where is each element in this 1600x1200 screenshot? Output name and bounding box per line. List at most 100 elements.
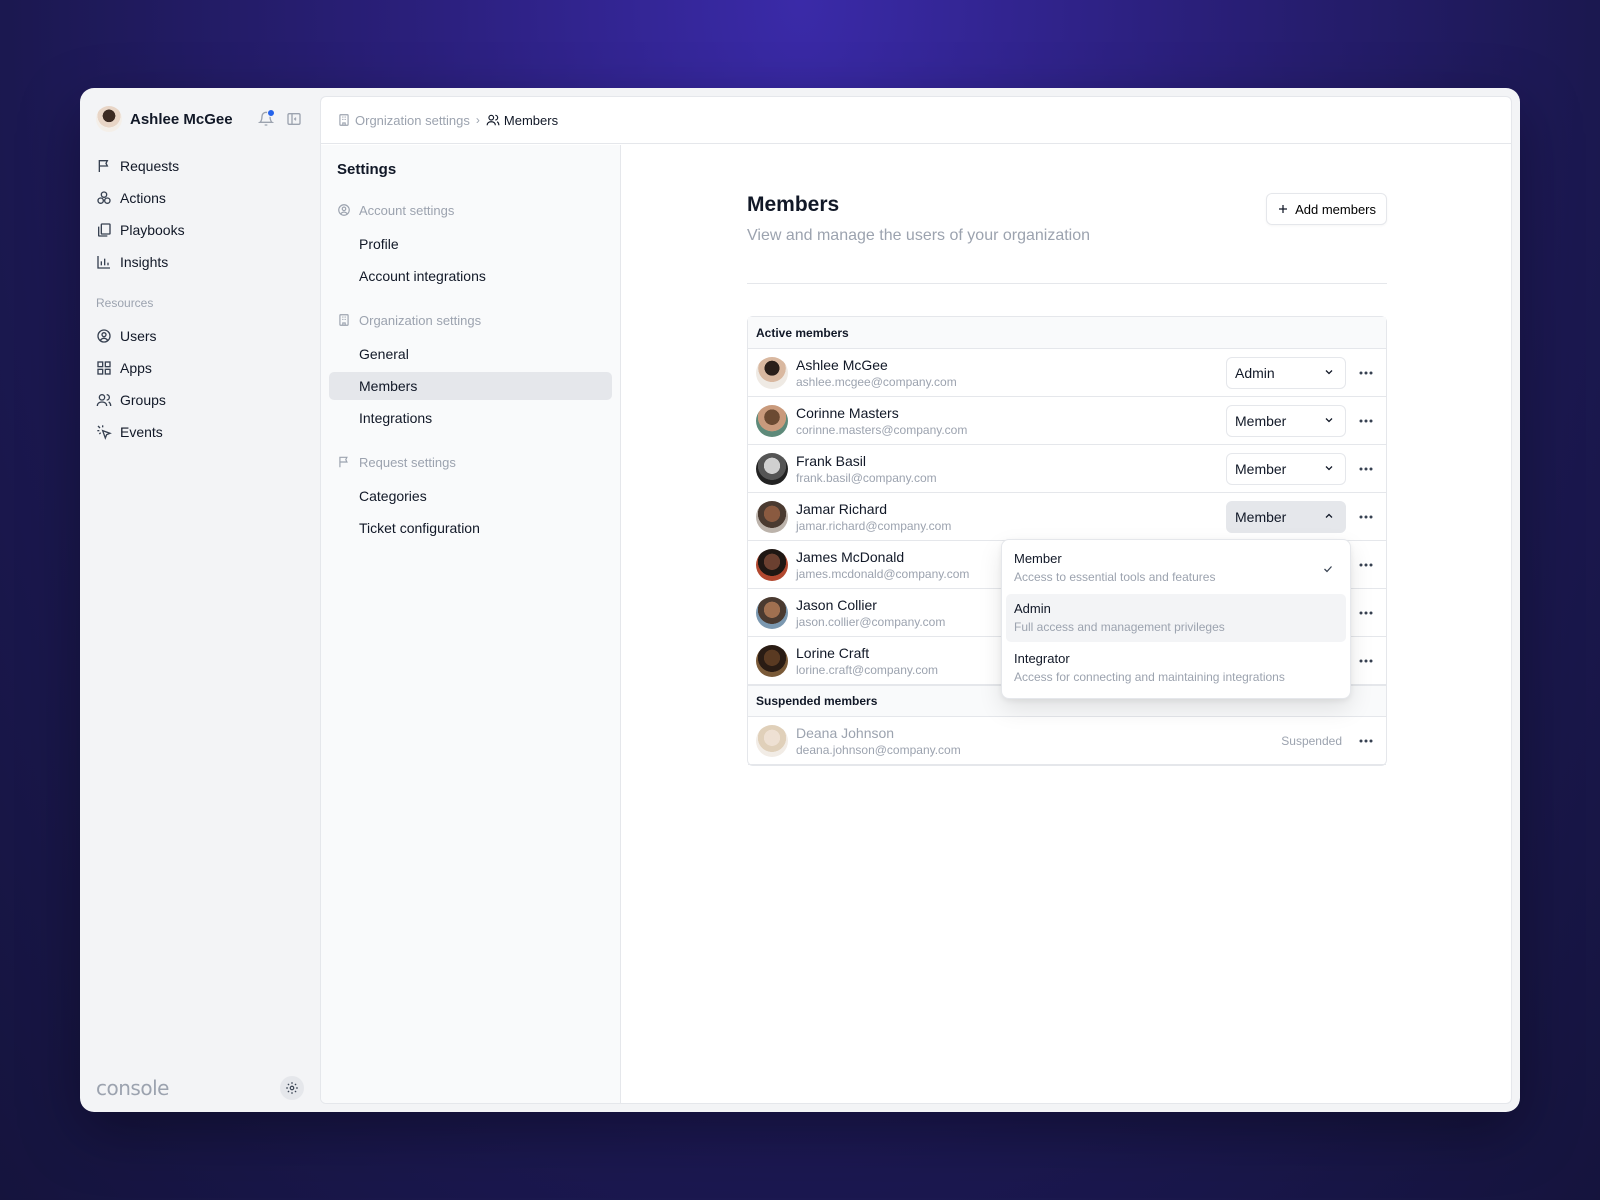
nav-item-requests[interactable]: Requests [96,150,304,182]
settings-item-categories[interactable]: Categories [329,482,612,510]
nav-item-users[interactable]: Users [96,320,304,352]
settings-group-label: Account settings [359,202,455,218]
more-options-icon[interactable] [1354,505,1378,529]
settings-group-organization: Organization settings General Members In… [329,310,612,432]
member-email: deana.johnson@company.com [796,742,961,757]
role-value: Member [1235,460,1287,477]
nav-label: Playbooks [120,222,185,238]
role-value: Member [1235,508,1287,525]
more-options-icon[interactable] [1354,457,1378,481]
role-select[interactable]: Admin [1226,356,1346,389]
nav-item-actions[interactable]: Actions [96,182,304,214]
resources-heading: Resources [96,296,154,310]
settings-item-members[interactable]: Members [329,372,612,400]
settings-group-header: Organization settings [329,310,612,330]
avatar [756,548,788,581]
option-description: Full access and management privileges [1014,620,1225,634]
member-name: Jamar Richard [796,500,888,517]
member-name: Corinne Masters [796,404,899,421]
avatar [756,356,788,389]
table-row: Ashlee McGee ashlee.mcgee@company.com Adm… [748,349,1386,397]
avatar [756,500,788,533]
settings-item-profile[interactable]: Profile [329,230,612,258]
nav-item-apps[interactable]: Apps [96,352,304,384]
nav-item-insights[interactable]: Insights [96,246,304,278]
check-icon [1322,562,1334,580]
nav-item-playbooks[interactable]: Playbooks [96,214,304,246]
chart-icon [96,254,112,270]
avatar [96,106,122,132]
member-name: Deana Johnson [796,724,895,741]
settings-item-account-integrations[interactable]: Account integrations [329,262,612,290]
plus-icon [1277,203,1289,215]
option-title: Member [1014,551,1062,566]
more-options-icon[interactable] [1354,729,1378,753]
flag-icon [337,455,351,469]
flag-icon [96,158,112,174]
option-description: Access for connecting and maintaining in… [1014,670,1285,684]
collapse-sidebar-icon[interactable] [284,109,304,129]
sidebar: Ashlee McGee Requests Actions Playbooks [80,88,320,1112]
role-option-member[interactable]: Member Access to essential tools and fea… [1006,544,1346,592]
nav-item-groups[interactable]: Groups [96,384,304,416]
add-members-button[interactable]: Add members [1266,193,1387,225]
nav-label: Groups [120,392,166,408]
settings-item-general[interactable]: General [329,340,612,368]
role-select[interactable]: Member [1226,452,1346,485]
avatar [756,404,788,437]
settings-title: Settings [337,161,397,178]
bell-icon[interactable] [256,109,276,129]
settings-group-header: Request settings [329,452,612,472]
settings-group-account: Account settings Profile Account integra… [329,200,612,290]
notification-dot [267,109,275,117]
more-options-icon[interactable] [1354,649,1378,673]
nav-label: Events [120,424,163,440]
settings-item-ticket-configuration[interactable]: Ticket configuration [329,514,612,542]
nav-item-events[interactable]: Events [96,416,304,448]
table-row: Frank Basil frank.basil@company.com Membe… [748,445,1386,493]
settings-item-integrations[interactable]: Integrations [329,404,612,432]
table-row: Corinne Masters corinne.masters@company.c… [748,397,1386,445]
user-circle-icon [96,328,112,344]
chevron-down-icon [1323,461,1335,477]
nav-label: Insights [120,254,169,270]
active-members-heading: Active members [748,317,1386,349]
breadcrumb-current-label: Members [503,112,559,128]
member-email: jamar.richard@company.com [796,518,952,533]
playbooks-icon [96,222,112,238]
table-row: Deana Johnson deana.johnson@company.com S… [748,717,1386,765]
settings-group-label: Organization settings [359,312,482,328]
grid-icon [96,360,112,376]
gear-icon[interactable] [280,1076,304,1100]
settings-group-label: Request settings [359,454,456,470]
role-value: Member [1235,412,1287,429]
chevron-up-icon [1323,509,1335,525]
more-options-icon[interactable] [1354,553,1378,577]
role-select[interactable]: Member [1226,500,1346,533]
building-icon [337,313,351,327]
chevron-down-icon [1323,413,1335,429]
role-value: Admin [1235,364,1275,381]
more-options-icon[interactable] [1354,409,1378,433]
page-subtitle: View and manage the users of your organi… [747,227,1091,244]
main-panel: Orgnization settings › Members Settings … [320,96,1512,1104]
settings-group-header: Account settings [329,200,612,220]
option-title: Integrator [1014,651,1070,666]
role-select[interactable]: Member [1226,404,1346,437]
role-option-integrator[interactable]: Integrator Access for connecting and mai… [1006,644,1346,692]
members-content: Members View and manage the users of you… [621,145,1511,1103]
app-window: Ashlee McGee Requests Actions Playbooks [80,88,1520,1112]
main-nav: Requests Actions Playbooks Insights Reso… [96,150,304,448]
user-menu[interactable]: Ashlee McGee [96,102,304,136]
add-members-label: Add members [1295,201,1376,217]
role-option-admin[interactable]: Admin Full access and management privile… [1006,594,1346,642]
breadcrumb-current: Members [486,113,558,128]
chevron-down-icon [1323,365,1335,381]
more-options-icon[interactable] [1354,361,1378,385]
group-icon [96,392,112,408]
brand-logo: console [96,1076,169,1100]
nav-label: Actions [120,190,166,206]
more-options-icon[interactable] [1354,601,1378,625]
breadcrumb-parent[interactable]: Orgnization settings [337,113,470,128]
nav-label: Apps [120,360,152,376]
